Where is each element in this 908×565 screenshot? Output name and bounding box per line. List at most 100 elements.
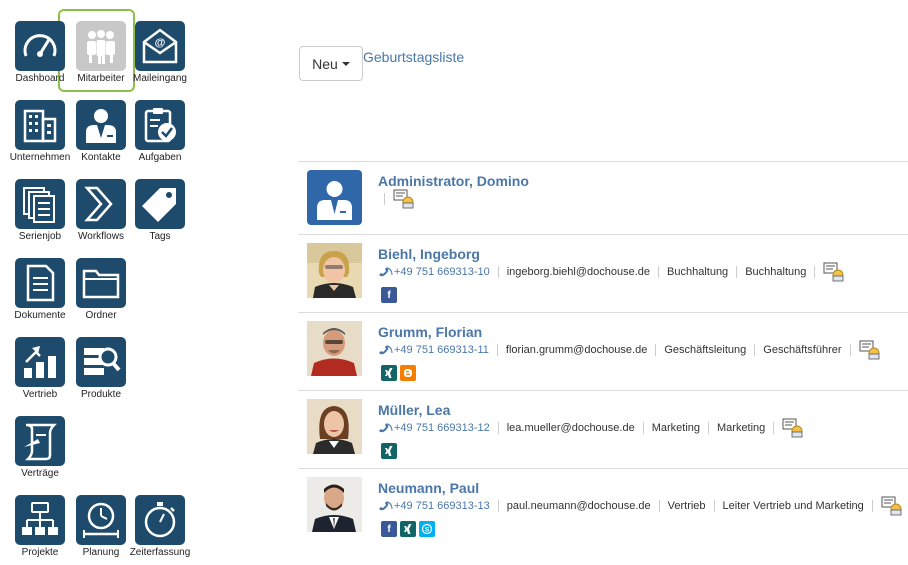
separator: [754, 344, 756, 356]
nav-zeiterfassung[interactable]: Zeiterfassung: [129, 495, 191, 559]
employee-name[interactable]: Müller, Lea: [378, 402, 450, 418]
building-icon: [15, 100, 65, 150]
employee-name[interactable]: Neumann, Paul: [378, 480, 479, 496]
employee-department: Marketing: [651, 422, 700, 434]
vcard-icon[interactable]: [859, 340, 881, 360]
nav-produkte[interactable]: Produkte: [70, 337, 132, 401]
separator: [655, 344, 657, 356]
vcard-icon[interactable]: [782, 418, 804, 438]
vcard-icon[interactable]: [393, 189, 415, 209]
employee-position: Geschäftsführer: [763, 344, 842, 356]
separator: [658, 266, 660, 278]
folder-icon: [76, 258, 126, 308]
employee-name[interactable]: Biehl, Ingeborg: [378, 246, 480, 262]
nav-ordner[interactable]: Ordner: [70, 258, 132, 322]
nav-label: Ordner: [85, 310, 117, 321]
separator: [849, 344, 851, 356]
birthday-list-link[interactable]: Geburtstagsliste: [363, 49, 464, 65]
vcard-icon[interactable]: [823, 262, 845, 282]
employee-row: Grumm, Florian +49 751 669313-11 florian…: [298, 312, 908, 390]
tag-icon: [135, 179, 185, 229]
employee-email[interactable]: florian.grumm@dochouse.de: [506, 344, 647, 356]
phone-link[interactable]: +49 751 669313-12: [378, 422, 490, 434]
employee-row: Biehl, Ingeborg +49 751 669313-10 ingebo…: [298, 234, 908, 312]
nav-tags[interactable]: Tags: [129, 179, 191, 243]
phone-link[interactable]: +49 751 669313-13: [378, 500, 490, 512]
contact-person-icon: [76, 100, 126, 150]
new-button-label: Neu: [312, 55, 338, 72]
clock-timeline-icon: [76, 495, 126, 545]
employee-row: Müller, Lea +49 751 669313-12 lea.muelle…: [298, 390, 908, 468]
employee-department: Buchhaltung: [667, 266, 729, 278]
document-icon: [15, 258, 65, 308]
phone-icon: [379, 345, 393, 355]
phone-link[interactable]: +49 751 669313-11: [378, 344, 489, 356]
growth-chart-icon: [15, 337, 65, 387]
product-search-icon: [76, 337, 126, 387]
employees-icon: [76, 21, 126, 71]
xing-icon[interactable]: [381, 443, 397, 459]
separator: [497, 266, 499, 278]
task-clipboard-icon: [135, 100, 185, 150]
employee-details: +49 751 669313-13 paul.neumann@dochouse.…: [378, 496, 903, 516]
social-links: f: [381, 287, 397, 303]
social-links: [381, 365, 416, 381]
nav-maileingang[interactable]: @ Maileingang: [129, 21, 191, 85]
separator: [871, 500, 873, 512]
social-links: f S: [381, 521, 435, 537]
facebook-icon[interactable]: f: [381, 521, 397, 537]
xing-icon[interactable]: [381, 365, 397, 381]
nav-label: Aufgaben: [138, 152, 182, 163]
default-avatar-icon: [307, 170, 362, 225]
employee-details: +49 751 669313-11 florian.grumm@dochouse…: [378, 340, 881, 360]
vcard-icon[interactable]: [881, 496, 903, 516]
employee-email[interactable]: paul.neumann@dochouse.de: [507, 500, 651, 512]
employee-details: [378, 189, 415, 209]
employee-row: Neumann, Paul +49 751 669313-13 paul.neu…: [298, 468, 908, 546]
separator: [736, 266, 738, 278]
separator: [713, 500, 715, 512]
mail-icon: @: [135, 21, 185, 71]
skype-icon[interactable]: S: [419, 521, 435, 537]
separator: [497, 500, 499, 512]
nav-aufgaben[interactable]: Aufgaben: [129, 100, 191, 164]
separator: [384, 193, 385, 205]
double-chevron-icon: [76, 179, 126, 229]
employee-details: +49 751 669313-12 lea.mueller@dochouse.d…: [378, 418, 804, 438]
employee-photo: [307, 399, 362, 454]
employee-list: Administrator, Domino Biehl, Ingeborg +4…: [298, 161, 908, 546]
nav-label: Verträge: [21, 468, 59, 479]
employee-details: +49 751 669313-10 ingeborg.biehl@dochous…: [378, 262, 845, 282]
phone-link[interactable]: +49 751 669313-10: [378, 266, 490, 278]
employee-position: Leiter Vertrieb und Marketing: [722, 500, 864, 512]
facebook-icon[interactable]: f: [381, 287, 397, 303]
employee-department: Vertrieb: [667, 500, 706, 512]
speedometer-icon: [15, 21, 65, 71]
contract-icon: [15, 416, 65, 466]
nav-vertraege[interactable]: Verträge: [9, 416, 71, 480]
separator: [773, 422, 775, 434]
employee-position: Buchhaltung: [745, 266, 807, 278]
employee-email[interactable]: ingeborg.biehl@dochouse.de: [507, 266, 650, 278]
phone-number: +49 751 669313-10: [394, 266, 490, 278]
separator: [496, 344, 498, 356]
separator: [708, 422, 709, 434]
social-links: [381, 443, 397, 459]
employee-email[interactable]: lea.mueller@dochouse.de: [507, 422, 635, 434]
stopwatch-icon: [135, 495, 185, 545]
employee-name[interactable]: Grumm, Florian: [378, 324, 482, 340]
employee-row: Administrator, Domino: [298, 161, 908, 234]
new-button[interactable]: Neu: [299, 46, 363, 81]
employee-name[interactable]: Administrator, Domino: [378, 173, 529, 189]
nav-label: Tags: [149, 231, 171, 242]
separator: [497, 422, 499, 434]
phone-number: +49 751 669313-12: [394, 422, 490, 434]
phone-icon: [379, 501, 393, 511]
phone-number: +49 751 669313-11: [394, 344, 489, 356]
documents-stack-icon: [15, 179, 65, 229]
blogger-icon[interactable]: [400, 365, 416, 381]
nav-label: Maileingang: [133, 73, 187, 84]
xing-icon[interactable]: [400, 521, 416, 537]
caret-down-icon: [341, 61, 350, 66]
phone-number: +49 751 669313-13: [394, 500, 490, 512]
